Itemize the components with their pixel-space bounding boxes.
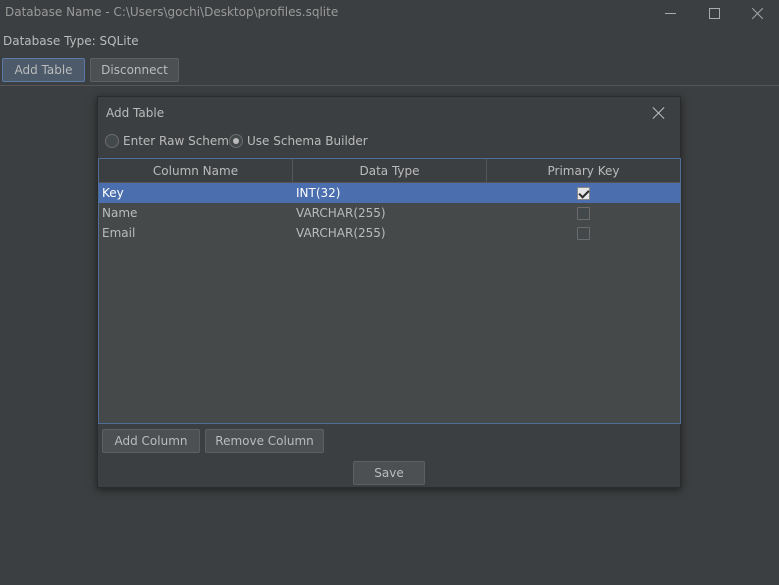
title-bar: Database Name - C:\Users\gochi\Desktop\p… bbox=[0, 0, 779, 26]
window-title: Database Name - C:\Users\gochi\Desktop\p… bbox=[5, 5, 339, 19]
primary-key-checkbox[interactable] bbox=[577, 186, 590, 200]
close-icon bbox=[752, 7, 764, 19]
maximize-button[interactable] bbox=[692, 0, 736, 26]
table-row[interactable]: Key INT(32) bbox=[99, 183, 680, 203]
dialog-close-icon[interactable] bbox=[651, 105, 667, 121]
minimize-icon bbox=[664, 12, 676, 14]
separator bbox=[0, 85, 779, 86]
cell-data-type[interactable]: VARCHAR(255) bbox=[293, 226, 487, 240]
radio-raw-schema[interactable]: Enter Raw Schema bbox=[105, 134, 236, 148]
cell-column-name[interactable]: Name bbox=[99, 206, 293, 220]
header-data-type[interactable]: Data Type bbox=[293, 159, 487, 182]
cell-primary-key bbox=[487, 226, 680, 240]
cell-primary-key bbox=[487, 206, 680, 220]
table-row[interactable]: Name VARCHAR(255) bbox=[99, 203, 680, 223]
add-table-dialog: Add Table Enter Raw Schema Use Schema Bu… bbox=[97, 96, 681, 488]
radio-raw-icon[interactable] bbox=[105, 134, 119, 148]
save-button[interactable]: Save bbox=[353, 461, 425, 485]
cell-data-type[interactable]: INT(32) bbox=[293, 186, 487, 200]
cell-column-name[interactable]: Email bbox=[99, 226, 293, 240]
primary-key-checkbox[interactable] bbox=[577, 226, 590, 240]
add-column-button[interactable]: Add Column bbox=[102, 429, 200, 453]
disconnect-button[interactable]: Disconnect bbox=[90, 58, 179, 82]
schema-table[interactable]: Column Name Data Type Primary Key Key IN… bbox=[98, 158, 681, 424]
close-window-button[interactable] bbox=[736, 0, 779, 26]
maximize-icon bbox=[708, 7, 720, 19]
cell-primary-key bbox=[487, 186, 680, 200]
primary-key-checkbox[interactable] bbox=[577, 206, 590, 220]
database-type-label: Database Type: SQLite bbox=[3, 34, 139, 48]
cell-column-name[interactable]: Key bbox=[99, 186, 293, 200]
dialog-title: Add Table bbox=[106, 106, 165, 120]
header-primary-key[interactable]: Primary Key bbox=[487, 159, 680, 182]
remove-column-button[interactable]: Remove Column bbox=[205, 429, 324, 453]
radio-builder-icon[interactable] bbox=[229, 134, 243, 148]
table-header: Column Name Data Type Primary Key bbox=[99, 159, 680, 183]
table-row[interactable]: Email VARCHAR(255) bbox=[99, 223, 680, 243]
add-table-button[interactable]: Add Table bbox=[2, 58, 85, 82]
radio-builder-label: Use Schema Builder bbox=[247, 134, 368, 148]
radio-schema-builder[interactable]: Use Schema Builder bbox=[229, 134, 368, 148]
minimize-button[interactable] bbox=[648, 0, 692, 26]
cell-data-type[interactable]: VARCHAR(255) bbox=[293, 206, 487, 220]
radio-raw-label: Enter Raw Schema bbox=[123, 134, 237, 148]
header-column-name[interactable]: Column Name bbox=[99, 159, 293, 182]
